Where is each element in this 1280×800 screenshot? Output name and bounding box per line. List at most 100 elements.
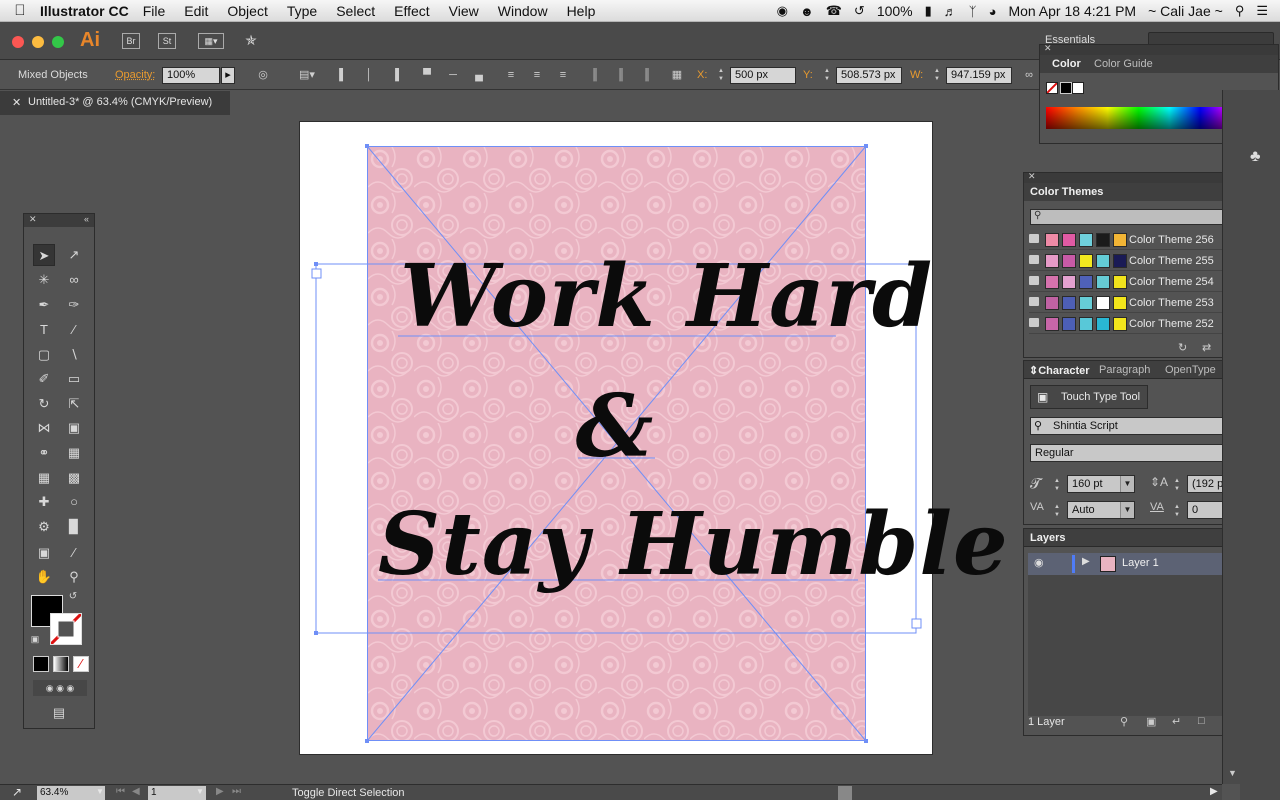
screen-mode-icon[interactable]: ▤ [44,704,74,722]
theme-swatch[interactable] [1045,275,1059,289]
default-fill-stroke-icon[interactable]: ▣ [28,632,42,646]
none-swatch[interactable] [1046,82,1058,94]
tab-color-guide[interactable]: Color Guide [1094,58,1153,70]
refresh-themes-icon[interactable]: ↻ [1178,341,1187,354]
lasso-tool-icon[interactable]: ∞ [63,269,85,291]
artboard-dropdown-icon[interactable]: ▼ [196,787,204,796]
shaper-tool-icon[interactable]: ✐ [33,368,55,390]
theme-swatch[interactable] [1062,317,1076,331]
first-artboard-icon[interactable]: ⏮ [116,786,125,797]
color-theme-row[interactable]: Color Theme 256 [1029,230,1243,250]
gradient-tool-icon[interactable]: ▩ [63,467,85,489]
font-size-stepper-icon[interactable]: ▲ ▼ [1054,477,1064,493]
zoom-level-field[interactable]: 63.4% [37,786,105,800]
headline-work-hard[interactable]: Work Hard [400,246,932,347]
expand-layer-icon[interactable]: ▶ [1082,556,1090,567]
headline-stay-humble[interactable]: Stay Humble [378,494,1008,595]
theme-swatch[interactable] [1045,296,1059,310]
add-theme-icon[interactable]: ⇄ [1202,341,1211,354]
blend-tool-icon[interactable]: ○ [63,491,85,513]
shape-builder-tool-icon[interactable]: ⚭ [33,442,55,464]
vertical-scrollbar[interactable]: ▼ [1222,90,1240,784]
theme-swatch[interactable] [1096,296,1110,310]
tracking-stepper-icon[interactable]: ▲ ▼ [1174,503,1184,519]
magic-wand-tool-icon[interactable]: ✳ [33,269,55,291]
leading-stepper-icon[interactable]: ▲ ▼ [1174,477,1184,493]
layer-name[interactable]: Layer 1 [1122,557,1159,569]
tab-character[interactable]: ⇕Character [1029,364,1090,377]
theme-swatch[interactable] [1096,275,1110,289]
zoom-dropdown-icon[interactable]: ▼ [96,787,104,796]
color-theme-row[interactable]: Color Theme 254 [1029,272,1243,292]
theme-swatch[interactable] [1079,275,1093,289]
make-clipping-mask-icon[interactable]: ▣ [1146,715,1156,728]
theme-swatch[interactable] [1096,233,1110,247]
eyedropper-tool-icon[interactable]: ✚ [33,491,55,513]
eraser-tool-icon[interactable]: ▭ [63,368,85,390]
horizontal-scroll-thumb[interactable] [838,786,852,800]
tab-color[interactable]: Color [1052,58,1081,70]
black-swatch[interactable] [1060,82,1072,94]
swap-fill-stroke-icon[interactable]: ↺ [66,590,80,604]
color-theme-row[interactable]: Color Theme 253 [1029,293,1243,313]
visibility-eye-icon[interactable]: ◉ [1034,556,1044,569]
curvature-tool-icon[interactable]: ✑ [63,294,85,316]
theme-swatch[interactable] [1113,254,1127,268]
touch-type-tool-button[interactable]: ▣ Touch Type Tool [1030,385,1148,409]
theme-swatch[interactable] [1045,233,1059,247]
none-mode-icon[interactable]: ∕ [73,656,89,672]
theme-swatch[interactable] [1045,254,1059,268]
theme-swatch[interactable] [1079,317,1093,331]
theme-swatch[interactable] [1113,275,1127,289]
new-sublayer-icon[interactable]: ↵ [1172,715,1181,728]
color-theme-row[interactable]: Color Theme 255 [1029,251,1243,271]
rotate-tool-icon[interactable]: ↻ [33,393,55,415]
zoom-tool-icon[interactable]: ⚲ [63,566,85,588]
theme-swatch[interactable] [1113,296,1127,310]
color-theme-row[interactable]: Color Theme 252 [1029,314,1243,334]
column-graph-tool-icon[interactable]: ▉ [63,516,85,538]
tab-opentype[interactable]: OpenType [1165,364,1216,376]
artboard-tool-icon[interactable]: ▣ [33,542,55,564]
theme-swatch[interactable] [1096,254,1110,268]
next-artboard-icon[interactable]: ▶ [216,786,224,797]
slice-tool-icon[interactable]: ∕ [63,542,85,564]
theme-swatch[interactable] [1062,254,1076,268]
last-artboard-icon[interactable]: ⏭ [232,786,241,797]
pen-tool-icon[interactable]: ✒ [33,294,55,316]
theme-swatch[interactable] [1079,233,1093,247]
white-swatch[interactable] [1072,82,1084,94]
theme-swatch[interactable] [1079,296,1093,310]
theme-swatch[interactable] [1113,317,1127,331]
share-icon[interactable]: ↗ [12,785,22,799]
scroll-right-arrow-icon[interactable]: ▶ [1210,786,1218,797]
tab-paragraph[interactable]: Paragraph [1099,364,1150,376]
scroll-down-arrow-icon[interactable]: ▼ [1228,768,1237,778]
locate-object-icon[interactable]: ⚲ [1120,715,1128,728]
gradient-mode-icon[interactable] [53,656,69,672]
tab-color-themes[interactable]: Color Themes [1030,186,1103,198]
close-panel-icon[interactable]: ✕ [29,214,37,225]
color-mode-icon[interactable] [33,656,49,672]
headline-ampersand[interactable]: & [560,376,670,477]
line-segment-tool-icon[interactable]: ∕ [63,319,85,341]
collapse-panel-icon[interactable]: « [84,214,89,224]
close-panel-icon[interactable]: ✕ [1044,43,1052,54]
kerning-stepper-icon[interactable]: ▲ ▼ [1054,503,1064,519]
theme-swatch[interactable] [1113,233,1127,247]
kerning-dropdown-icon[interactable]: ▼ [1120,502,1134,518]
stroke-color-swatch[interactable] [49,612,83,646]
free-transform-tool-icon[interactable]: ▣ [63,417,85,439]
symbol-sprayer-tool-icon[interactable]: ⚙ [33,516,55,538]
selection-tool-icon[interactable]: ➤ [33,244,55,266]
scale-tool-icon[interactable]: ⇱ [63,393,85,415]
previous-artboard-icon[interactable]: ◀ [132,786,140,797]
drawing-modes-icon[interactable]: ◉ ◉ ◉ [33,680,87,696]
theme-swatch[interactable] [1062,233,1076,247]
color-panel-header[interactable]: ✕ [1040,43,1278,55]
new-layer-icon[interactable]: □ [1198,715,1205,727]
tab-layers[interactable]: Layers [1030,532,1065,544]
close-panel-icon[interactable]: ✕ [1028,171,1036,182]
rectangle-tool-icon[interactable]: ▢ [33,344,55,366]
theme-swatch[interactable] [1062,296,1076,310]
